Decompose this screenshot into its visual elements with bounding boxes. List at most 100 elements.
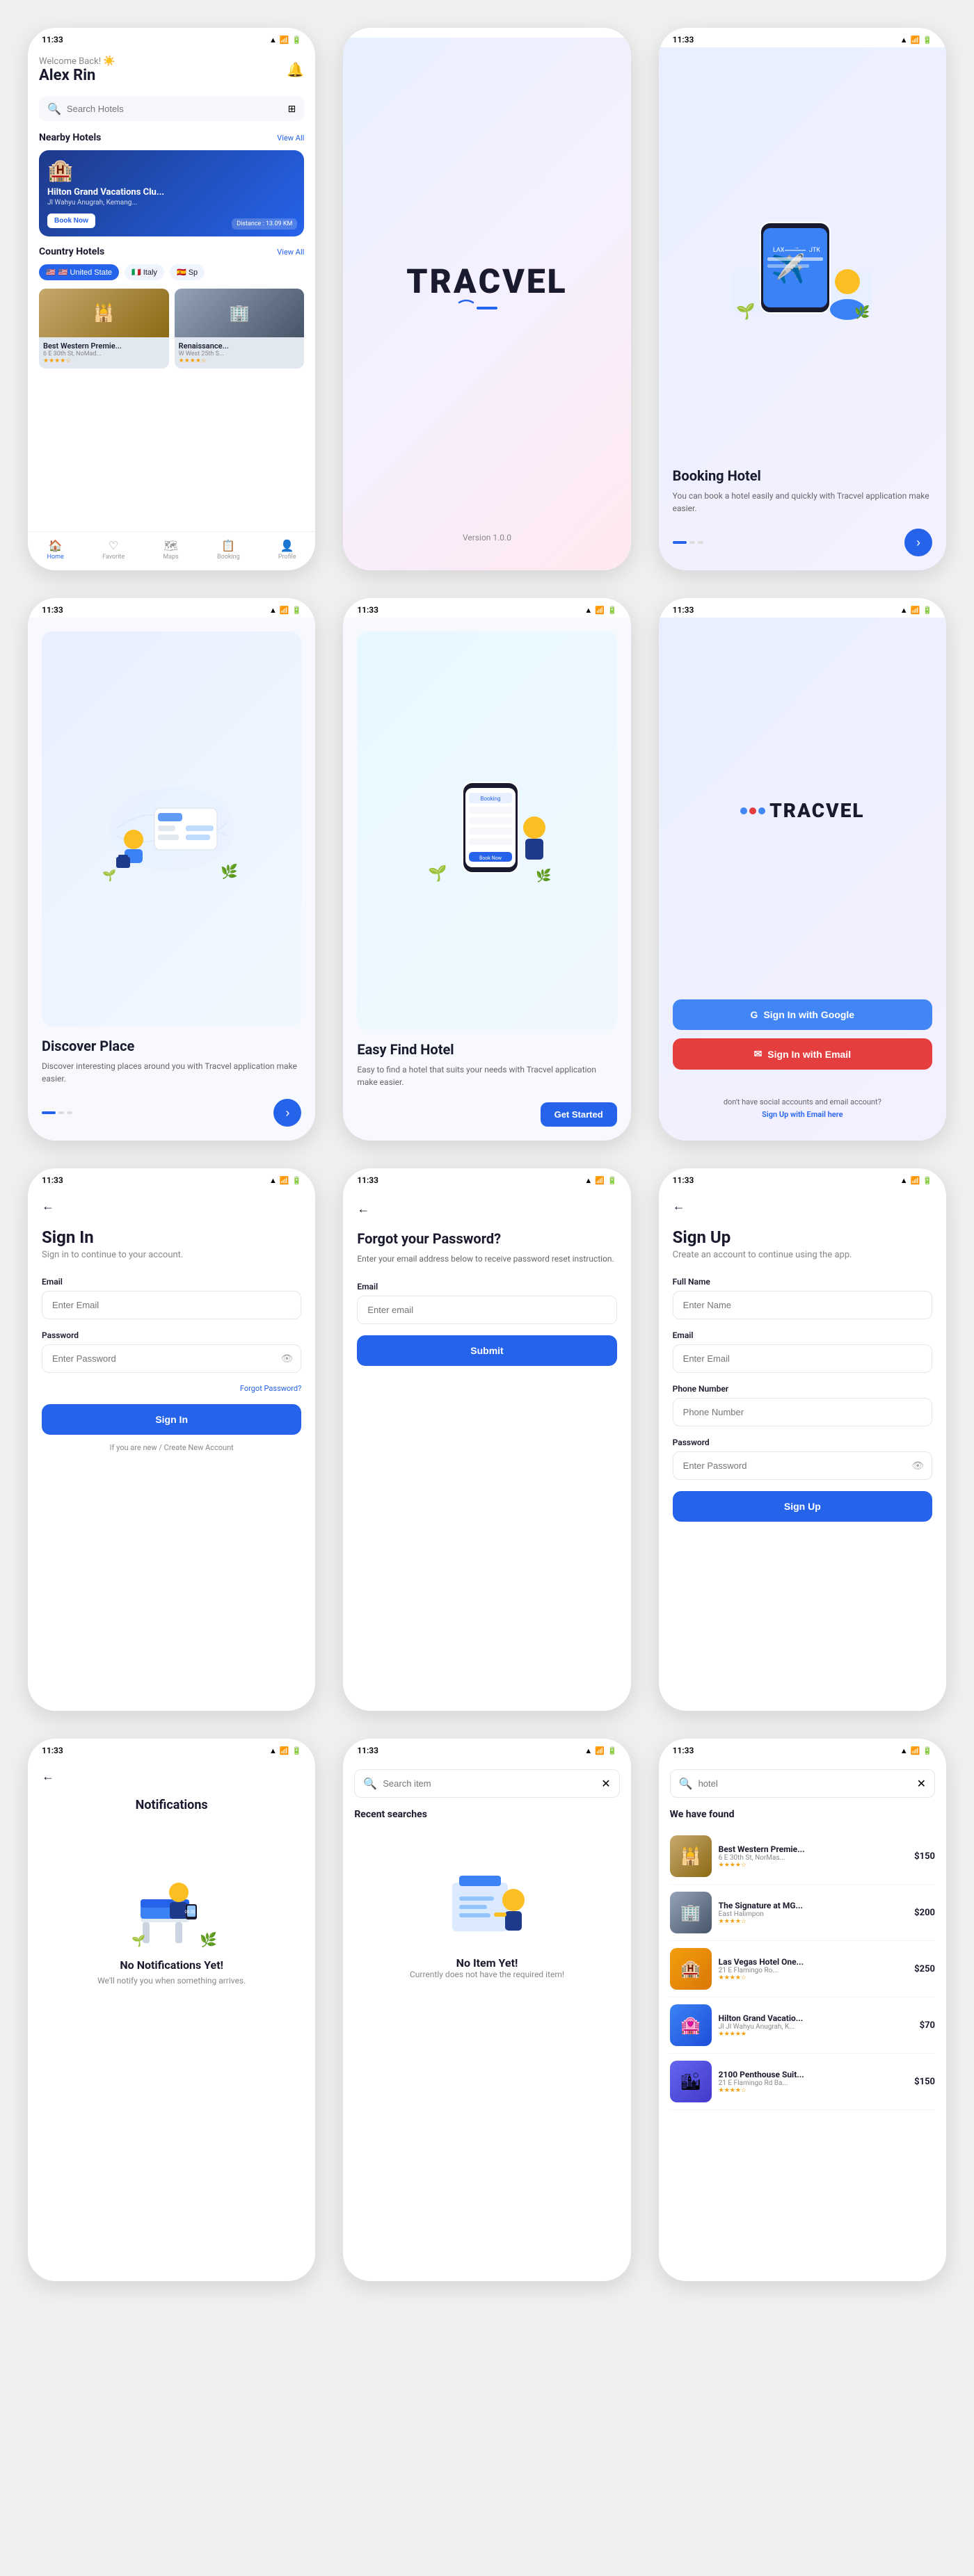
status-time: 11:33	[357, 1746, 378, 1755]
svg-text:✈️: ✈️	[771, 252, 806, 285]
booking-nav-icon: 📋	[221, 539, 235, 552]
booking-illustration: ✈️ LAX JTK → 🌿 🌱	[673, 61, 932, 467]
eye-icon[interactable]: 👁	[281, 1353, 294, 1365]
nav-profile[interactable]: 👤 Profile	[278, 539, 296, 561]
book-now-button[interactable]: Book Now	[47, 214, 95, 228]
notification-icon[interactable]: 🔔	[287, 61, 304, 78]
status-icons: ▲ 📶 🔋	[584, 606, 616, 615]
status-icons: ▲ 📶 🔋	[269, 606, 301, 615]
result-card-5[interactable]: 🏙 2100 Penthouse Suit... 21 E Flamingo R…	[670, 2054, 935, 2110]
battery-icon: 🔋	[292, 1746, 302, 1755]
eye-icon[interactable]: 👁	[911, 1460, 924, 1472]
featured-hotel-card[interactable]: 🏨 Hilton Grand Vacations Clu... Jl Wahyu…	[39, 150, 304, 236]
signup-button[interactable]: Sign Up	[673, 1491, 932, 1522]
results-search-input[interactable]	[698, 1778, 911, 1789]
close-icon[interactable]: ✕	[917, 1777, 926, 1790]
close-icon[interactable]: ✕	[601, 1777, 610, 1790]
view-all-country[interactable]: View All	[277, 248, 304, 257]
no-account-section: don't have social accounts and email acc…	[724, 1090, 881, 1120]
nav-favorite[interactable]: ♡ Favorite	[102, 539, 125, 561]
wifi-icon: 📶	[280, 35, 289, 45]
back-button[interactable]: ←	[673, 1199, 932, 1214]
view-all-nearby[interactable]: View All	[277, 134, 304, 143]
result-name-4: Hilton Grand Vacatio...	[719, 2013, 913, 2023]
country-sp-btn[interactable]: 🇪🇸 Sp	[170, 264, 205, 280]
country-it-btn[interactable]: 🇮🇹 Italy	[125, 264, 164, 280]
result-price-3: $250	[914, 1964, 935, 1974]
signin-button[interactable]: Sign In	[42, 1404, 301, 1435]
hotel-thumb-2[interactable]: 🏢 Renaissance... W West 25th S... ★★★★☆	[175, 289, 305, 369]
next-button[interactable]: ›	[273, 1099, 301, 1127]
result-card-3[interactable]: 🏨 Las Vegas Hotel One... 21 E Flamingo R…	[670, 1941, 935, 1997]
svg-text:🌱: 🌱	[131, 1934, 145, 1947]
email-input[interactable]	[42, 1291, 301, 1319]
result-thumb-2: 🏢	[670, 1892, 712, 1933]
email-input[interactable]	[673, 1344, 932, 1373]
notif-content: ← Notifications 09:20	[28, 1758, 315, 2281]
result-name-1: Best Western Premie...	[719, 1844, 908, 1854]
back-button[interactable]: ←	[42, 1769, 301, 1784]
search-input[interactable]	[383, 1778, 596, 1789]
search-bar[interactable]: 🔍 ⊞	[39, 97, 304, 121]
status-bar: 11:33 ▲ 📶 🔋	[659, 1168, 946, 1188]
wifi-icon: 📶	[595, 1746, 605, 1755]
distance-badge: Distance : 13.09 KM	[232, 218, 297, 230]
result-name-2: The Signature at MG...	[719, 1901, 908, 1910]
result-info-2: The Signature at MG... East Halimpon ★★★…	[719, 1901, 908, 1925]
google-signin-button[interactable]: G Sign In with Google	[673, 999, 932, 1030]
status-icons: ▲ 📶 🔋	[900, 35, 932, 45]
wifi-icon: 📶	[280, 1176, 289, 1185]
phone-input[interactable]	[673, 1398, 932, 1426]
result-card-4[interactable]: 🏩 Hilton Grand Vacatio... Jl JI Wahyu An…	[670, 1997, 935, 2054]
password-input[interactable]	[42, 1344, 301, 1373]
country-header: Country Hotels View All	[39, 246, 304, 257]
dot-1	[673, 541, 687, 544]
result-name-5: 2100 Penthouse Suit...	[719, 2070, 908, 2079]
back-button[interactable]: ←	[357, 1202, 616, 1216]
search-bar[interactable]: 🔍 ✕	[354, 1769, 619, 1798]
result-card-2[interactable]: 🏢 The Signature at MG... East Halimpon ★…	[670, 1885, 935, 1941]
email-signin-button[interactable]: ✉ Sign In with Email	[673, 1038, 932, 1070]
fp-email-input[interactable]	[357, 1296, 616, 1324]
svg-text:🌱: 🌱	[736, 303, 755, 321]
status-time: 11:33	[42, 35, 63, 45]
discover-title: Discover Place	[42, 1038, 301, 1054]
next-button[interactable]: ›	[904, 529, 932, 556]
search-input[interactable]	[67, 104, 282, 114]
country-us-btn[interactable]: 🇺🇸 🇺🇸 United State	[39, 264, 119, 280]
nav-home[interactable]: 🏠 Home	[47, 539, 64, 561]
results-search-bar[interactable]: 🔍 ✕	[670, 1769, 935, 1798]
get-started-button[interactable]: Get Started	[541, 1102, 617, 1127]
results-title: We have found	[670, 1809, 935, 1820]
easy-find-screen: 11:33 ▲ 📶 🔋 Booking	[343, 598, 630, 1141]
status-time: 11:33	[42, 1175, 63, 1185]
onboarding-content: ✈️ LAX JTK → 🌿 🌱 Booking Ho	[659, 47, 946, 570]
signup-password-input[interactable]	[673, 1451, 932, 1480]
result-card-1[interactable]: 🕌 Best Western Premie... 6 E 30th St, No…	[670, 1828, 935, 1885]
back-button[interactable]: ←	[42, 1199, 301, 1214]
status-time: 11:33	[357, 605, 378, 615]
onboarding-title: Booking Hotel	[673, 467, 932, 484]
status-icons: ▲ 📶 🔋	[269, 1746, 301, 1755]
filter-icon[interactable]: ⊞	[288, 104, 296, 115]
nav-booking[interactable]: 📋 Booking	[217, 539, 240, 561]
forgot-password-screen: 11:33 ▲ 📶 🔋 ← Forgot your Password? Ente…	[343, 1168, 630, 1711]
submit-button[interactable]: Submit	[357, 1335, 616, 1366]
fullname-input[interactable]	[673, 1291, 932, 1319]
home-nav-icon: 🏠	[49, 539, 63, 552]
nearby-header: Nearby Hotels View All	[39, 132, 304, 143]
hotel2-name: Renaissance...	[179, 341, 301, 351]
nav-maps[interactable]: 🗺 Maps	[163, 539, 178, 561]
result-loc-1: 6 E 30th St, NorMas...	[719, 1854, 908, 1862]
status-bar: 11:33 ▲ 📶 🔋	[343, 598, 630, 618]
email-group: Email	[42, 1277, 301, 1319]
forgot-link[interactable]: Forgot Password?	[42, 1384, 301, 1393]
hotel-thumb-1[interactable]: 🕌 Best Western Premie... 6 E 30th St, No…	[39, 289, 169, 369]
status-time: 11:33	[42, 605, 63, 615]
signup-link[interactable]: Sign Up with Email here	[762, 1110, 843, 1119]
svg-text:🌿: 🌿	[854, 305, 870, 320]
result-stars-4: ★★★★★	[719, 2031, 913, 2038]
wifi-icon: 📶	[280, 606, 289, 615]
hotel-grid: 🕌 Best Western Premie... 6 E 30th St, No…	[39, 289, 304, 369]
discover-nav: ›	[42, 1099, 301, 1127]
